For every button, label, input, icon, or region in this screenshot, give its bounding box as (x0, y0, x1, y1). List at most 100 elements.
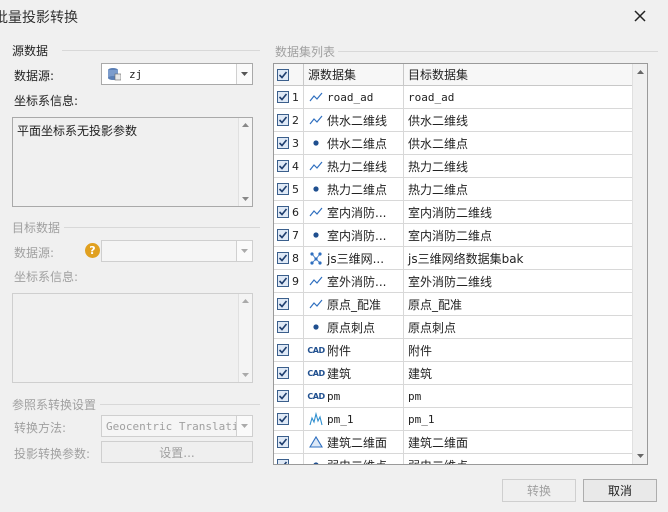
table-row[interactable]: 3 供水二维点 供水二维点 (274, 132, 632, 155)
row-checkbox[interactable] (277, 160, 289, 172)
source-coord-label: 坐标系信息: (14, 94, 79, 108)
table-row[interactable]: 8 js三维网... js三维网络数据集bak (274, 247, 632, 270)
row-checkbox[interactable] (277, 206, 289, 218)
row-checkbox[interactable] (277, 275, 289, 287)
target-dataset-cell[interactable]: 弱电二维点 (404, 454, 632, 465)
source-dataset-cell: 建筑二维面 (304, 431, 404, 453)
table-row[interactable]: 7 室内消防... 室内消防二维点 (274, 224, 632, 247)
source-section-title: 源数据 (12, 44, 49, 58)
line-icon (308, 296, 324, 312)
target-dataset-cell[interactable]: 室内消防二维线 (404, 201, 632, 223)
target-dataset-cell[interactable]: 原点_配准 (404, 293, 632, 315)
target-dataset-name: 原点_配准 (408, 297, 463, 312)
scroll-up-icon[interactable] (239, 294, 252, 308)
source-dataset-cell: CAD 建筑 (304, 362, 404, 384)
table-row[interactable]: pm_1 pm_1 (274, 408, 632, 431)
table-row[interactable]: 5 热力二维点 热力二维点 (274, 178, 632, 201)
row-checkbox[interactable] (277, 459, 289, 464)
source-dataset-cell: CAD pm (304, 385, 404, 407)
chevron-down-icon[interactable] (236, 64, 252, 84)
settings-button[interactable]: 设置... (101, 441, 253, 463)
target-dataset-cell[interactable]: 热力二维线 (404, 155, 632, 177)
chevron-down-icon[interactable] (236, 416, 252, 436)
scroll-up-icon[interactable] (633, 64, 647, 80)
row-checkbox[interactable] (277, 367, 289, 379)
source-dataset-cell: CAD 附件 (304, 339, 404, 361)
scroll-down-icon[interactable] (239, 368, 252, 382)
row-check-cell: 5 (274, 178, 304, 200)
target-dataset-cell[interactable]: 附件 (404, 339, 632, 361)
point-icon (308, 227, 324, 243)
target-dataset-cell[interactable]: road_ad (404, 86, 632, 108)
source-dataset-name: 建筑 (327, 366, 352, 381)
target-dataset-cell[interactable]: 热力二维点 (404, 178, 632, 200)
target-datasource-label: 数据源: (14, 246, 55, 260)
row-checkbox[interactable] (277, 114, 289, 126)
target-datasource-select[interactable] (101, 240, 253, 262)
line-icon (308, 273, 324, 289)
table-row[interactable]: 原点_配准 原点_配准 (274, 293, 632, 316)
point-icon (308, 181, 324, 197)
target-dataset-cell[interactable]: 建筑二维面 (404, 431, 632, 453)
row-check-cell (274, 316, 304, 338)
table-row[interactable]: 建筑二维面 建筑二维面 (274, 431, 632, 454)
target-dataset-cell[interactable]: js三维网络数据集bak (404, 247, 632, 269)
source-dataset-name: pm (327, 389, 341, 403)
target-dataset-cell[interactable]: 室内消防二维点 (404, 224, 632, 246)
target-dataset-cell[interactable]: 供水二维线 (404, 109, 632, 131)
row-checkbox[interactable] (277, 229, 289, 241)
help-icon[interactable]: ? (85, 243, 100, 258)
target-dataset-cell[interactable]: pm (404, 385, 632, 407)
table-scrollbar[interactable] (632, 64, 647, 464)
row-checkbox[interactable] (277, 321, 289, 333)
table-row[interactable]: 9 室外消防... 室外消防二维线 (274, 270, 632, 293)
source-coord-textbox[interactable]: 平面坐标系无投影参数 (12, 117, 253, 207)
point-icon (308, 135, 324, 151)
convert-button[interactable]: 转换 (502, 479, 576, 502)
table-row[interactable]: CAD pm pm (274, 385, 632, 408)
region-icon (308, 434, 324, 450)
target-dataset-cell[interactable]: 原点刺点 (404, 316, 632, 338)
row-checkbox[interactable] (277, 298, 289, 310)
scroll-down-icon[interactable] (239, 192, 252, 206)
method-select[interactable]: Geocentric Translati (101, 415, 253, 437)
select-all-checkbox[interactable] (277, 68, 289, 81)
col-source-header[interactable]: 源数据集 (304, 64, 404, 85)
source-dataset-cell: pm_1 (304, 408, 404, 430)
scrollbar[interactable] (238, 118, 252, 206)
row-number: 9 (292, 274, 299, 288)
table-row[interactable]: CAD 附件 附件 (274, 339, 632, 362)
source-datasource-select[interactable]: zj (101, 63, 253, 85)
close-button[interactable] (630, 6, 650, 26)
table-row[interactable]: 1 road_ad road_ad (274, 86, 632, 109)
row-checkbox[interactable] (277, 183, 289, 195)
col-target-header[interactable]: 目标数据集 (404, 64, 632, 85)
table-row[interactable]: 6 室内消防... 室内消防二维线 (274, 201, 632, 224)
target-coord-textbox[interactable] (12, 293, 253, 383)
target-dataset-cell[interactable]: 建筑 (404, 362, 632, 384)
target-dataset-cell[interactable]: pm_1 (404, 408, 632, 430)
scrollbar[interactable] (238, 294, 252, 382)
row-checkbox[interactable] (277, 413, 289, 425)
table-row[interactable]: 2 供水二维线 供水二维线 (274, 109, 632, 132)
table-row[interactable]: CAD 建筑 建筑 (274, 362, 632, 385)
row-checkbox[interactable] (277, 344, 289, 356)
chevron-down-icon[interactable] (236, 241, 252, 261)
row-check-cell (274, 431, 304, 453)
table-row[interactable]: 4 热力二维线 热力二维线 (274, 155, 632, 178)
scroll-up-icon[interactable] (239, 118, 252, 132)
target-dataset-cell[interactable]: 供水二维点 (404, 132, 632, 154)
source-dataset-cell: road_ad (304, 86, 404, 108)
row-checkbox[interactable] (277, 436, 289, 448)
row-checkbox[interactable] (277, 252, 289, 264)
row-checkbox[interactable] (277, 390, 289, 402)
row-checkbox[interactable] (277, 91, 289, 103)
source-dataset-name: 室内消防... (327, 228, 387, 243)
scroll-down-icon[interactable] (633, 448, 647, 464)
table-row[interactable]: 原点刺点 原点刺点 (274, 316, 632, 339)
source-dataset-cell: js三维网... (304, 247, 404, 269)
cancel-button[interactable]: 取消 (583, 479, 657, 502)
table-row[interactable]: 弱电二维点 弱电二维点 (274, 454, 632, 465)
row-checkbox[interactable] (277, 137, 289, 149)
target-dataset-cell[interactable]: 室外消防二维线 (404, 270, 632, 292)
